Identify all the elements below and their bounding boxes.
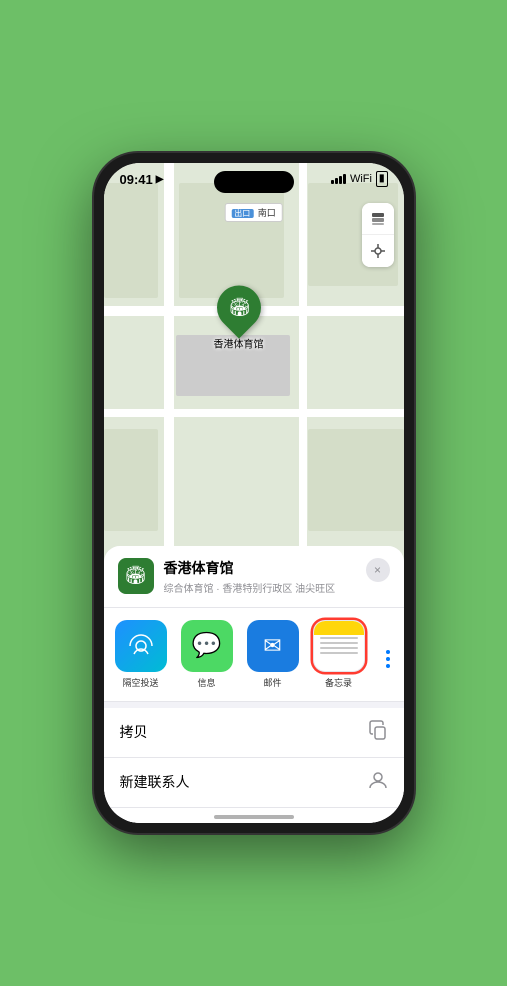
message-icon: 💬 (181, 620, 233, 672)
bottom-sheet: 🏟 香港体育馆 综合体育馆 · 香港特别行政区 油尖旺区 × 隔空投送 (104, 546, 404, 823)
share-item-airdrop[interactable]: 隔空投送 (112, 620, 170, 689)
status-time: 09:41 (120, 172, 153, 187)
dynamic-island (214, 171, 294, 193)
more-dot-3 (386, 664, 390, 668)
close-button[interactable]: × (366, 558, 390, 582)
phone-frame: 09:41 ▶ WiFi ▮ (94, 153, 414, 833)
venue-subtitle: 综合体育馆 · 香港特别行政区 油尖旺区 (164, 580, 366, 595)
mail-label: 邮件 (263, 676, 281, 689)
share-item-message[interactable]: 💬 信息 (178, 620, 236, 689)
map-layers-button[interactable] (362, 203, 394, 235)
more-dot-2 (386, 657, 390, 661)
phone-screen: 09:41 ▶ WiFi ▮ (104, 163, 404, 823)
airdrop-label: 隔空投送 (122, 676, 158, 689)
venue-info: 香港体育馆 综合体育馆 · 香港特别行政区 油尖旺区 (164, 558, 366, 595)
action-list: 拷贝 新建联系人 添加到现有联系人 (104, 708, 404, 823)
map-background (104, 163, 404, 572)
map-controls[interactable] (362, 203, 394, 267)
message-label: 信息 (197, 676, 215, 689)
notes-lines (320, 637, 358, 654)
copy-icon (368, 720, 388, 745)
map-area[interactable]: 出口 南口 🏟 香港体育馆 (104, 163, 404, 572)
notes-label: 备忘录 (325, 676, 352, 689)
venue-name: 香港体育馆 (164, 558, 366, 578)
signal-icon (331, 174, 346, 184)
home-indicator (214, 815, 294, 819)
battery-icon: ▮ (376, 171, 388, 187)
venue-card: 🏟 香港体育馆 综合体育馆 · 香港特别行政区 油尖旺区 × (104, 546, 404, 608)
marker-pin: 🏟 (207, 277, 269, 339)
location-arrow-icon: ▶ (156, 174, 164, 185)
add-contact-icon (368, 820, 388, 823)
action-new-contact[interactable]: 新建联系人 (104, 758, 404, 808)
notes-header (314, 621, 364, 635)
venue-icon-wrap: 🏟 (118, 558, 154, 594)
more-dot-1 (386, 650, 390, 654)
mail-icon: ✉ (247, 620, 299, 672)
share-row: 隔空投送 💬 信息 ✉ 邮件 (104, 608, 404, 702)
notes-icon (313, 620, 365, 672)
share-item-mail[interactable]: ✉ 邮件 (244, 620, 302, 689)
stadium-marker: 🏟 香港体育馆 (214, 286, 264, 351)
action-copy[interactable]: 拷贝 (104, 708, 404, 758)
new-contact-label: 新建联系人 (120, 772, 190, 792)
add-to-contact-label: 添加到现有联系人 (120, 822, 232, 823)
map-location-button[interactable] (362, 235, 394, 267)
status-icons: WiFi ▮ (331, 171, 388, 187)
share-item-notes[interactable]: 备忘录 (310, 620, 368, 689)
venue-icon: 🏟 (124, 565, 147, 586)
airdrop-icon (115, 620, 167, 672)
map-exit-label: 出口 南口 (224, 203, 283, 222)
wifi-icon: WiFi (350, 173, 372, 185)
more-indicator[interactable] (376, 620, 400, 689)
new-contact-icon (368, 770, 388, 795)
stadium-icon: 🏟 (227, 297, 250, 318)
copy-label: 拷贝 (120, 722, 148, 742)
